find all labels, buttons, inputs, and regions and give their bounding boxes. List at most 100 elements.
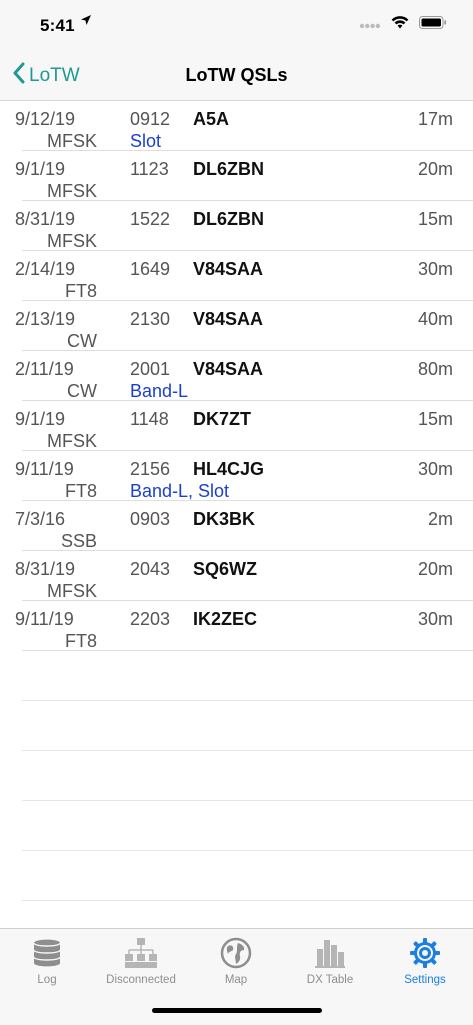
qsl-row[interactable]: 9/1/19 MFSK 1148 DK7ZT 15m [0,401,473,451]
qsl-band: 2m [427,509,453,529]
qsl-time: 1522 [130,209,171,229]
qsl-band: 17m [417,109,453,129]
qsl-note: Slot [130,131,162,151]
qsl-date: 7/3/16 [15,509,66,529]
qsl-band: 30m [417,459,453,479]
status-time: 5:41 [40,16,75,35]
qsl-time: 1123 [130,159,169,179]
qsl-date: 9/11/19 [15,609,74,629]
qsl-mode: MFSK [46,181,97,201]
globe-icon [189,935,283,969]
qsl-callsign: DK7ZT [193,409,251,429]
wifi-icon [391,16,409,34]
qsl-mode: MFSK [46,581,97,601]
qsl-time: 0903 [130,509,171,529]
status-indicators [359,16,447,34]
qsl-band: 30m [417,609,453,629]
database-icon [0,935,94,969]
tab-disconnected[interactable]: Disconnected [94,935,188,986]
qsl-band: 40m [417,309,453,329]
qsl-callsign: DL6ZBN [193,159,264,179]
qsl-mode: FT8 [64,481,97,501]
qsl-list: 9/12/19 MFSK 0912 Slot A5A 17m 9/1/19 MF… [0,101,473,901]
qsl-date: 9/1/19 [15,159,66,179]
qsl-mode: MFSK [46,431,97,451]
empty-row [0,701,473,751]
qsl-callsign: DK3BK [193,509,256,529]
navigation-bar: LoTW LoTW QSLs [0,50,473,101]
qsl-mode: CW [67,331,97,351]
qsl-callsign: IK2ZEC [193,609,258,629]
qsl-row[interactable]: 2/14/19 FT8 1649 V84SAA 30m [0,251,473,301]
qsl-time: 2043 [130,559,171,579]
qsl-callsign: A5A [193,109,230,129]
qsl-mode: MFSK [46,131,97,151]
qsl-callsign: SQ6WZ [193,559,258,579]
qsl-row[interactable]: 2/13/19 CW 2130 V84SAA 40m [0,301,473,351]
tab-label: Disconnected [106,974,176,986]
qsl-mode: FT8 [64,631,97,651]
bar-chart-icon [283,935,377,969]
cellular-dots-icon [359,16,381,34]
qsl-band: 80m [417,359,453,379]
qsl-band: 15m [417,409,453,429]
tab-label: Log [37,974,57,986]
qsl-time: 2130 [130,309,171,329]
qsl-date: 2/14/19 [15,259,76,279]
qsl-mode: SSB [60,531,97,551]
tab-label: Settings [404,974,446,986]
qsl-row[interactable]: 8/31/19 MFSK 2043 SQ6WZ 20m [0,551,473,601]
tab-label: DX Table [306,974,354,986]
qsl-row[interactable]: 2/11/19 CW 2001 Band-L V84SAA 80m [0,351,473,401]
empty-row [0,651,473,701]
qsl-time: 2001 [130,359,171,379]
qsl-row[interactable]: 9/11/19 FT8 2156 Band-L, Slot HL4CJG 30m [0,451,473,501]
tab-map[interactable]: Map [189,935,283,986]
empty-row [0,751,473,801]
qsl-note: Band-L, Slot [130,481,230,501]
tab-label: Map [224,974,248,986]
qsl-date: 9/1/19 [15,409,66,429]
qsl-row[interactable]: 7/3/16 SSB 0903 DK3BK 2m [0,501,473,551]
qsl-date: 8/31/19 [15,559,76,579]
tab-log[interactable]: Log [0,935,94,986]
qsl-time: 2156 [130,459,171,479]
qsl-callsign: V84SAA [193,309,264,329]
qsl-row[interactable]: 9/12/19 MFSK 0912 Slot A5A 17m [0,101,473,151]
qsl-time: 0912 [130,109,171,129]
qsl-row[interactable]: 9/11/19 FT8 2203 IK2ZEC 30m [0,601,473,651]
qsl-time: 1649 [130,259,171,279]
network-icon [94,935,188,969]
gear-icon [378,935,472,969]
qsl-date: 8/31/19 [15,209,76,229]
qsl-band: 20m [417,159,453,179]
qsl-date: 9/12/19 [15,109,76,129]
qsl-note: Band-L [130,381,189,401]
qsl-row[interactable]: 8/31/19 MFSK 1522 DL6ZBN 15m [0,201,473,251]
qsl-band: 15m [417,209,453,229]
qsl-date: 9/11/19 [15,459,74,479]
empty-row [0,851,473,901]
qsl-callsign: V84SAA [193,259,264,279]
qsl-band: 30m [417,259,453,279]
qsl-time: 2203 [130,609,171,629]
qsl-callsign: HL4CJG [193,459,265,479]
qsl-row[interactable]: 9/1/19 MFSK 1123 DL6ZBN 20m [0,151,473,201]
tab-settings[interactable]: Settings [378,935,472,986]
tab-dx-table[interactable]: DX Table [283,935,377,986]
page-title: LoTW QSLs [185,65,288,85]
home-indicator [152,1008,322,1013]
qsl-mode: FT8 [64,281,97,301]
qsl-time: 1148 [130,409,169,429]
qsl-date: 2/11/19 [15,359,74,379]
status-bar: 5:41 [0,0,473,50]
qsl-band: 20m [417,559,453,579]
empty-row [0,801,473,851]
qsl-callsign: DL6ZBN [193,209,264,229]
qsl-mode: CW [67,381,97,401]
qsl-mode: MFSK [46,231,97,251]
battery-icon [419,16,447,34]
location-arrow-icon [80,14,92,29]
qsl-date: 2/13/19 [15,309,76,329]
qsl-callsign: V84SAA [193,359,264,379]
